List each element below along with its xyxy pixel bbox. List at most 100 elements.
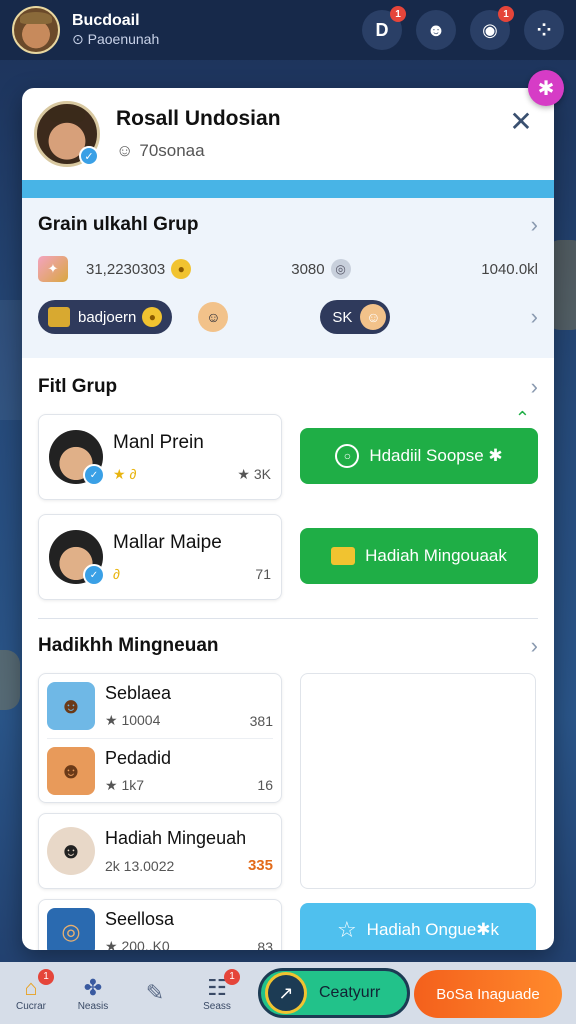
button-label: Hadiah Mingouaak — [365, 546, 507, 565]
list-item[interactable]: ☻ Hadiah Mingeuah 2k 13.0022 335 — [47, 814, 273, 888]
list-item[interactable]: ☻ Seblaea ★ 10004 381 — [47, 674, 273, 738]
item-left: 2k 13.0022 — [105, 857, 175, 874]
d-icon[interactable]: D1 — [362, 6, 406, 50]
item-right: 16 — [257, 777, 273, 793]
chevron-right-icon[interactable]: › — [531, 212, 538, 238]
group-modal: ✓ Rosall Undosian ☺ 70sonaa ✕ Grain ulkah… — [22, 88, 554, 950]
reward-list: ☻ Seblaea ★ 10004 381 ☻ Pedadid ★ 1k7 16 — [38, 673, 282, 803]
orange-action-button[interactable]: BoSa Inaguade — [414, 970, 562, 1018]
notification-badge: 1 — [390, 6, 406, 22]
top-user-info: Bucdoail ⊙ Paoenunah — [72, 11, 159, 49]
gold-bar-icon — [331, 547, 356, 565]
member-avatar-icon: ☻ — [47, 827, 95, 875]
top-user-name: Bucdoail — [72, 12, 140, 30]
group-stats-section: Grain ulkahl Grup › ✦ 31,2230303 ● 3080 ◎ … — [22, 198, 554, 358]
pill-label: Ceatyurr — [319, 984, 381, 1001]
button-label: Hadiah Ongue✱k — [366, 920, 500, 939]
group-chip[interactable]: badjoern ● — [38, 300, 173, 334]
green-reward-button[interactable]: ○ Hdadiil Soopse ✱ — [300, 428, 538, 484]
gift-icon: ✦ — [38, 256, 68, 282]
nav-home[interactable]: ⌂ 1 Cucrar — [0, 968, 62, 1012]
background-decoration — [0, 650, 20, 710]
grid-icon-glyph: ⁘ — [536, 19, 552, 40]
star-fab-button[interactable]: ✱ — [528, 70, 564, 106]
top-bar: Bucdoail ⊙ Paoenunah D1 ☻ ◉ 1 ⁘ — [0, 0, 576, 60]
item-right: 335 — [247, 857, 273, 874]
weekly-claim-button[interactable]: ☆ Hadiah Ongue✱k — [300, 903, 536, 950]
member-card[interactable]: Manl Prein ★ ∂ ★ 3K — [38, 414, 282, 500]
verified-icon: ✓ — [79, 146, 99, 166]
member-avatar — [49, 530, 105, 586]
nav-edit[interactable]: ✎ — [124, 980, 186, 1006]
profile-sub: 70sonaa — [139, 141, 205, 160]
member-left: ★ ∂ — [113, 465, 137, 482]
close-button[interactable]: ✕ — [506, 106, 536, 137]
avatar[interactable] — [12, 6, 60, 54]
profile-header: ✓ Rosall Undosian ☺ 70sonaa ✕ — [22, 88, 554, 180]
section-title: Grain ulkahl Grup — [38, 214, 199, 235]
chevron-right-icon[interactable]: › — [531, 374, 538, 400]
button-label: Hdadiil Soopse ✱ — [369, 446, 503, 465]
chevron-right-icon[interactable]: › — [531, 304, 538, 330]
member-card[interactable]: Mallar Maipe ∂ 71 — [38, 514, 282, 600]
weekly-section: Hadikhh Mingneuan › ☻ Seblaea ★ 10004 381… — [22, 619, 554, 950]
profile-avatar: ✓ — [34, 101, 100, 167]
smile-icon-glyph: ☻ — [426, 19, 446, 40]
reward-list: ☻ Hadiah Mingeuah 2k 13.0022 335 — [38, 813, 282, 889]
chip-label: SK — [332, 308, 353, 326]
notification-badge: 1 — [38, 968, 54, 985]
nav-label: Neasis — [77, 1000, 109, 1012]
edit-icon: ✎ — [145, 980, 165, 1005]
empty-panel — [300, 673, 536, 889]
coin-icon: ● — [171, 259, 192, 279]
nav-puzzle[interactable]: ✤ Neasis — [62, 975, 124, 1012]
d-icon-glyph: D — [375, 19, 389, 40]
stat-value: 3080 — [291, 260, 325, 278]
item-name: Pedadid — [105, 747, 172, 768]
members-section: Fitl Grup › Manl Prein ★ ∂ ★ 3K ○ Hdadiil… — [22, 358, 554, 619]
chip-label: badjoern — [78, 308, 137, 326]
item-left: ★ 1k7 — [105, 776, 145, 793]
top-icons: D1 ☻ ◉ 1 ⁘ — [362, 6, 564, 50]
home-icon: ⌂ — [24, 974, 38, 1000]
list-item[interactable]: ☻ Pedadid ★ 1k7 16 — [47, 738, 273, 802]
list-item[interactable]: ◎ Seellosa ★ 200..K0 83 — [47, 900, 273, 950]
item-name: Hadiah Mingeuah — [105, 828, 247, 848]
nav-social[interactable]: ☷ 1 Seass — [186, 968, 248, 1012]
face-icon: ☺ — [360, 304, 387, 330]
item-name: Seblaea — [105, 683, 172, 703]
header-strip — [22, 180, 554, 198]
member-name: Manl Prein — [113, 431, 204, 453]
chat-bubble-icon: ○ — [335, 444, 360, 468]
grid-icon[interactable]: ⁘ — [524, 10, 564, 50]
center-action-button[interactable]: ↗ Ceatyurr — [258, 968, 410, 1018]
item-name: Seellosa — [105, 909, 175, 929]
stat-row: ✦ 31,2230303 ● 3080 ◎ 1040.0kl — [38, 252, 538, 286]
item-left: ★ 200..K0 — [105, 938, 170, 950]
weekly-reward-button[interactable]: Hadiah Mingouaak — [300, 528, 538, 584]
smile-icon[interactable]: ☻ — [416, 10, 456, 50]
member-right: ★ 3K — [237, 465, 271, 482]
chat-icon-glyph: ◉ — [482, 19, 498, 40]
notification-badge: 1 — [498, 6, 514, 22]
notification-badge: 1 — [224, 968, 240, 985]
stat-value: 31,2230303 — [86, 260, 166, 278]
nav-label: Cucrar — [15, 1000, 46, 1012]
top-user-sub: ⊙ Paoenunah — [72, 31, 160, 48]
nav-label: Seass — [203, 1000, 231, 1012]
profile-name: Rosall Undosian — [116, 107, 281, 130]
chart-icon: ↗ — [265, 972, 307, 1014]
bottom-nav: ⌂ 1 Cucrar ✤ Neasis ✎ ☷ 1 Seass ↗ Ceatyu… — [0, 962, 576, 1024]
item-right: 381 — [249, 712, 273, 729]
chat-icon[interactable]: ◉ 1 — [470, 6, 514, 50]
reward-list: ◎ Seellosa ★ 200..K0 83 — [38, 899, 282, 950]
bread-icon: ◎ — [47, 908, 95, 950]
item-left: ★ 10004 — [105, 712, 161, 728]
face-icon: ☺ — [198, 302, 229, 332]
chevron-right-icon[interactable]: › — [531, 633, 538, 659]
item-right: 83 — [257, 938, 273, 951]
member-left: ∂ — [113, 566, 120, 582]
member-avatar — [49, 430, 105, 486]
group-chip[interactable]: SK ☺ — [320, 300, 391, 334]
chevron-up-icon[interactable]: ⌃ — [515, 408, 530, 429]
